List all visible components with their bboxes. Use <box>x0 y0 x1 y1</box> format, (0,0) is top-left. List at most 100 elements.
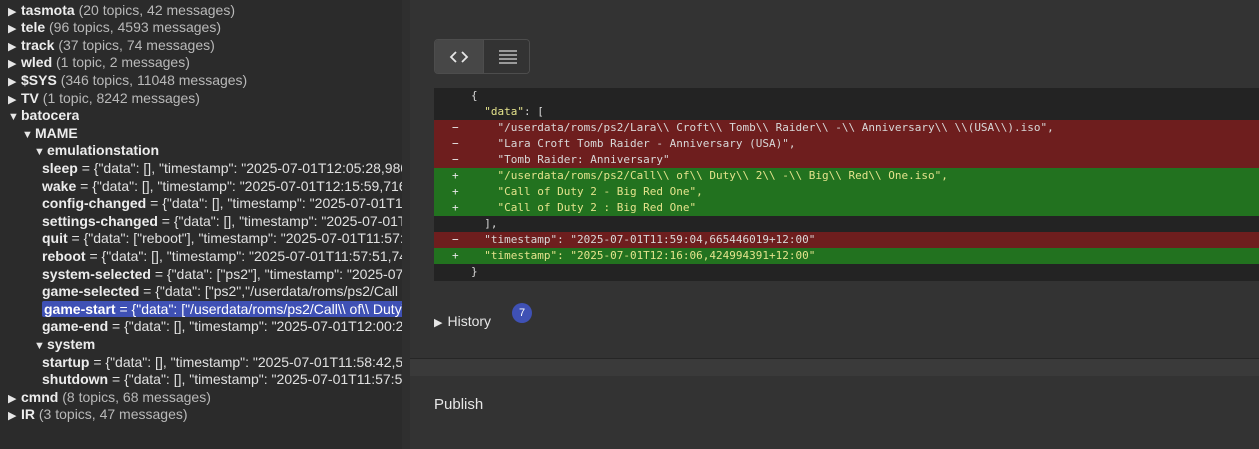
leaf-topic-row[interactable]: sleep = {"data": [], "timestamp": "2025-… <box>42 160 402 178</box>
topic-row[interactable]: ▶ tasmota (20 topics, 42 messages) <box>8 2 235 20</box>
leaf-topic-name: game-end <box>42 318 109 335</box>
topic-name: emulationstation <box>47 142 160 159</box>
caret-right-icon[interactable]: ▶ <box>8 4 21 20</box>
topic-mame-row[interactable]: ▼ MAME <box>22 125 78 143</box>
caret-down-icon[interactable]: ▼ <box>34 144 47 160</box>
diff-text: "timestamp": "2025-07-01T12:16:06,424994… <box>471 249 816 262</box>
leaf-topic-row[interactable]: game-end = {"data": [], "timestamp": "20… <box>42 318 402 336</box>
publish-section-title[interactable]: Publish <box>434 396 483 413</box>
leaf-topic-row[interactable]: reboot = {"data": [], "timestamp": "2025… <box>42 248 402 266</box>
topic-system-row[interactable]: ▼ system <box>34 336 95 354</box>
diff-line-ctx: { <box>434 88 1259 104</box>
leaf-topic-row[interactable]: config-changed = {"data": [], "timestamp… <box>42 195 402 213</box>
leaf-topic-name: config-changed <box>42 195 147 212</box>
diff-marker: + <box>452 249 459 262</box>
leaf-topic[interactable]: settings-changed = {"data": [], "timesta… <box>42 213 402 229</box>
topic-name: TV <box>21 89 39 106</box>
leaf-topic-row[interactable]: game-selected = {"data": ["ps2","/userda… <box>42 283 402 301</box>
list-icon <box>499 49 517 64</box>
caret-right-icon[interactable]: ▶ <box>8 74 21 90</box>
diff-text: "/userdata/roms/ps2/Call\\ of\\ Duty\\ 2… <box>471 169 948 182</box>
history-count-badge: 7 <box>512 303 532 323</box>
message-diff: { "data": [− "/userdata/roms/ps2/Lara\\ … <box>434 88 1259 281</box>
caret-right-icon[interactable]: ▶ <box>8 56 21 72</box>
leaf-topic[interactable]: quit = {"data": ["reboot"], "timestamp":… <box>42 230 402 246</box>
selected-topic[interactable]: game-start = {"data": ["/userdata/roms/p… <box>42 300 402 317</box>
topic-stats: (346 topics, 11048 messages) <box>60 71 248 88</box>
leaf-topic-row[interactable]: quit = {"data": ["reboot"], "timestamp":… <box>42 230 402 248</box>
caret-right-icon[interactable]: ▶ <box>8 21 21 37</box>
leaf-topic-row[interactable]: wake = {"data": [], "timestamp": "2025-0… <box>42 178 402 196</box>
leaf-topic-row[interactable]: system-selected = {"data": ["ps2"], "tim… <box>42 266 402 284</box>
leaf-topic-name: shutdown <box>42 371 109 388</box>
topic-row[interactable]: ▶ track (37 topics, 74 messages) <box>8 37 215 55</box>
topic-stats: (1 topic, 2 messages) <box>56 54 190 71</box>
topic-emulationstation-row[interactable]: ▼ emulationstation <box>34 142 159 160</box>
history-toggle[interactable]: ▶ History <box>434 313 491 329</box>
leaf-topic-row[interactable]: settings-changed = {"data": [], "timesta… <box>42 213 402 231</box>
leaf-topic[interactable]: wake = {"data": [], "timestamp": "2025-0… <box>42 178 402 194</box>
topic-stats: (8 topics, 68 messages) <box>62 388 211 405</box>
diff-view-button[interactable] <box>435 40 483 73</box>
leaf-topic-value: = {"data": ["ps2"], "timestamp": "2025-0… <box>150 265 402 282</box>
caret-right-icon[interactable]: ▶ <box>8 39 21 55</box>
diff-marker: + <box>452 169 459 182</box>
leaf-topic-value: = {"data": ["reboot"], "timestamp": "202… <box>67 230 402 247</box>
topic-row[interactable]: ▶ $SYS (346 topics, 11048 messages) <box>8 72 247 90</box>
leaf-topic-value: = {"data": [], "timestamp": "2025-07-01T… <box>89 353 402 370</box>
diff-line-del: − "Tomb Raider: Anniversary" <box>434 152 1259 168</box>
topic-row[interactable]: ▶ wled (1 topic, 2 messages) <box>8 54 190 72</box>
leaf-topic-value: = {"data": [], "timestamp": "2025-07-01T… <box>108 318 402 335</box>
caret-down-icon[interactable]: ▼ <box>34 338 47 354</box>
leaf-topic-value: = {"data": ["ps2","/userdata/roms/ps2/Ca… <box>139 283 402 300</box>
topic-batocera-row[interactable]: ▼ batocera <box>8 107 79 125</box>
leaf-topic-value: = {"data": [], "timestamp": "2025-07-01T… <box>77 159 402 176</box>
topic-tree: ▶ tasmota (20 topics, 42 messages) ▶ tele (… <box>0 0 402 449</box>
topic-row[interactable]: ▶ TV (1 topic, 8242 messages) <box>8 90 200 108</box>
diff-text: ], <box>471 217 498 230</box>
leaf-topic-name: settings-changed <box>42 212 158 229</box>
caret-right-icon[interactable]: ▶ <box>8 391 21 407</box>
leaf-topic[interactable]: startup = {"data": [], "timestamp": "202… <box>42 354 402 370</box>
caret-down-icon[interactable]: ▼ <box>22 127 35 143</box>
leaf-topic[interactable]: system-selected = {"data": ["ps2"], "tim… <box>42 266 402 282</box>
leaf-topic-row[interactable]: shutdown = {"data": [], "timestamp": "20… <box>42 371 402 389</box>
leaf-topic[interactable]: game-end = {"data": [], "timestamp": "20… <box>42 318 402 334</box>
leaf-topic-name: quit <box>42 230 68 247</box>
diff-line-del: − "/userdata/roms/ps2/Lara\\ Croft\\ Tom… <box>434 120 1259 136</box>
leaf-topic-value: = {"data": [], "timestamp": "2025-07-01T… <box>85 247 402 264</box>
diff-marker: − <box>452 137 459 150</box>
diff-line-del: − "timestamp": "2025-07-01T11:59:04,6654… <box>434 232 1259 248</box>
caret-right-icon[interactable]: ▶ <box>8 92 21 108</box>
leaf-topic[interactable]: sleep = {"data": [], "timestamp": "2025-… <box>42 160 402 176</box>
topic-name: IR <box>21 406 35 423</box>
leaf-topic[interactable]: reboot = {"data": [], "timestamp": "2025… <box>42 248 402 264</box>
leaf-topic-name: reboot <box>42 247 86 264</box>
detail-pane: { "data": [− "/userdata/roms/ps2/Lara\\ … <box>410 0 1259 449</box>
caret-down-icon[interactable]: ▼ <box>8 109 21 125</box>
topic-row[interactable]: ▶ tele (96 topics, 4593 messages) <box>8 19 221 37</box>
topic-stats: (1 topic, 8242 messages) <box>42 89 200 106</box>
code-icon <box>449 50 469 63</box>
diff-line-ctx: } <box>434 264 1259 280</box>
caret-right-icon[interactable]: ▶ <box>8 408 21 424</box>
diff-text: "Call of Duty 2 : Big Red One" <box>471 201 697 214</box>
leaf-topic[interactable]: config-changed = {"data": [], "timestamp… <box>42 195 402 211</box>
leaf-topic-row[interactable]: game-start = {"data": ["/userdata/roms/p… <box>42 300 402 319</box>
leaf-topic[interactable]: shutdown = {"data": [], "timestamp": "20… <box>42 371 402 387</box>
history-label: History <box>447 313 492 329</box>
diff-line-add: + "Call of Duty 2 : Big Red One" <box>434 200 1259 216</box>
pane-divider[interactable] <box>402 0 810 449</box>
topic-row[interactable]: ▶ IR (3 topics, 47 messages) <box>8 406 188 424</box>
topic-name: $SYS <box>21 71 57 88</box>
leaf-topic-row[interactable]: startup = {"data": [], "timestamp": "202… <box>42 354 402 372</box>
view-toggle <box>434 39 530 74</box>
topic-name: cmnd <box>21 388 59 405</box>
diff-text: "/userdata/roms/ps2/Lara\\ Croft\\ Tomb\… <box>471 121 1054 134</box>
section-separator <box>410 358 1259 376</box>
topic-row[interactable]: ▶ cmnd (8 topics, 68 messages) <box>8 389 211 407</box>
leaf-topic[interactable]: game-selected = {"data": ["ps2","/userda… <box>42 283 402 299</box>
topic-stats: (3 topics, 47 messages) <box>38 406 188 423</box>
leaf-topic-name: system-selected <box>42 265 151 282</box>
raw-view-button[interactable] <box>483 40 529 73</box>
